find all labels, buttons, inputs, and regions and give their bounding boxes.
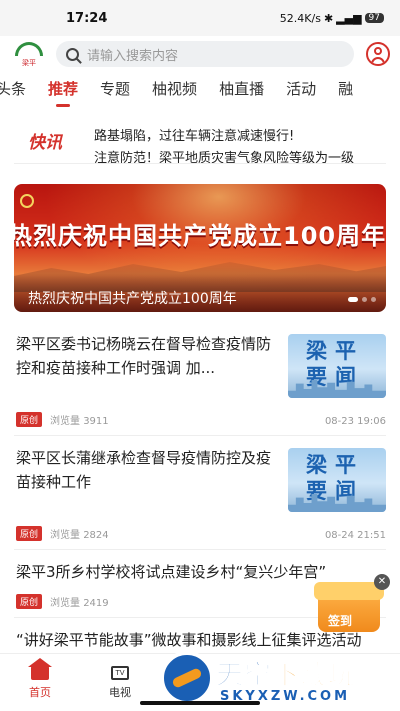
tab-videos[interactable]: 柚视频 xyxy=(152,78,197,103)
news-item[interactable]: 梁平区委书记杨晓云在督导检查疫情防控和疫苗接种工作时强调 加... 梁平要闻 原… xyxy=(14,322,386,436)
original-badge: 原创 xyxy=(16,594,43,609)
news-thumbnail: 梁平要闻 xyxy=(288,334,386,398)
banner-headline: 热烈庆祝中国共产党成立100周年 xyxy=(14,222,386,250)
news-meta: 原创 浏览量 3911 xyxy=(16,412,109,427)
news-meta: 原创 浏览量 2419 xyxy=(16,594,109,609)
flash-label: 快讯 xyxy=(28,133,62,153)
news-date: 08-24 21:51 xyxy=(324,530,386,541)
user-profile-icon[interactable] xyxy=(366,42,390,66)
status-bar: 17:24 52.4K/s ✱ ▂▄▆ 97 xyxy=(0,0,400,36)
logo-mark-icon xyxy=(15,42,43,56)
status-time: 17:24 xyxy=(66,10,108,26)
nav-label: 电视 xyxy=(109,685,131,699)
watermark-text: 天空下载玩 xyxy=(216,660,356,692)
view-count: 浏览量 2419 xyxy=(50,598,109,609)
watermark-logo: 天空下载玩 SKYXZW.COM xyxy=(160,651,396,707)
status-icons: 52.4K/s ✱ ▂▄▆ 97 xyxy=(280,12,384,25)
signin-button[interactable]: 签到 ✕ xyxy=(314,574,390,634)
flash-lines: 路基塌陷，过往车辆注意减速慢行! 注意防范！梁平地质灾害气象风险等级为一级 xyxy=(74,120,386,164)
tab-headlines[interactable]: 头条 xyxy=(0,78,26,103)
news-thumbnail: 梁平要闻 xyxy=(288,448,386,512)
thumbnail-text: 梁平要闻 xyxy=(306,339,364,389)
flash-news[interactable]: 快讯 路基塌陷，过往车辆注意减速慢行! 注意防范！梁平地质灾害气象风险等级为一级 xyxy=(14,120,386,164)
news-date: 08-23 19:06 xyxy=(324,416,386,427)
original-badge: 原创 xyxy=(16,412,43,427)
category-tabs: 头条 推荐 专题 柚视频 柚直播 活动 融 xyxy=(0,70,400,110)
news-title: 梁平区长蒲继承检查督导疫情防控及疫苗接种工作 xyxy=(16,449,272,491)
tab-media[interactable]: 融 xyxy=(338,78,353,103)
original-badge: 原创 xyxy=(16,526,43,541)
view-count: 浏览量 3911 xyxy=(50,416,109,427)
close-icon[interactable]: ✕ xyxy=(374,574,390,590)
search-icon xyxy=(66,47,79,61)
nav-home[interactable]: 首页 xyxy=(0,654,80,711)
flash-line: 路基塌陷，过往车辆注意减速慢行! xyxy=(94,129,295,144)
news-title: 梁平区委书记杨晓云在督导检查疫情防控和疫苗接种工作时强调 加... xyxy=(16,335,272,377)
news-item[interactable]: 梁平区长蒲继承检查督导疫情防控及疫苗接种工作 梁平要闻 原创 浏览量 2824 … xyxy=(14,436,386,550)
app-logo[interactable]: 梁平 xyxy=(10,40,48,68)
carousel-dots xyxy=(348,297,376,302)
search-row: 梁平 请输入搜索内容 xyxy=(0,38,400,70)
tab-live[interactable]: 柚直播 xyxy=(219,78,264,103)
signin-label: 签到 xyxy=(328,614,353,628)
search-placeholder: 请输入搜索内容 xyxy=(87,48,179,64)
party-emblem-icon xyxy=(20,194,34,208)
bluetooth-icon: ✱ xyxy=(323,11,334,25)
tab-topics[interactable]: 专题 xyxy=(100,78,130,103)
globe-icon xyxy=(160,651,214,705)
battery-icon: 97 xyxy=(364,13,384,23)
view-count: 浏览量 2824 xyxy=(50,530,109,541)
tab-activities[interactable]: 活动 xyxy=(286,78,316,103)
home-icon xyxy=(28,657,52,680)
logo-text: 梁平 xyxy=(22,59,36,67)
flash-line: 注意防范！梁平地质灾害气象风险等级为一级 xyxy=(94,151,355,164)
banner-caption: 热烈庆祝中国共产党成立100周年 xyxy=(14,276,386,312)
thumbnail-text: 梁平要闻 xyxy=(306,453,364,503)
home-indicator xyxy=(140,701,260,705)
nav-label: 首页 xyxy=(29,685,51,699)
news-meta: 原创 浏览量 2824 xyxy=(16,526,109,541)
tv-icon: TV xyxy=(111,665,129,680)
network-speed: 52.4K/s xyxy=(279,11,321,25)
tab-recommended[interactable]: 推荐 xyxy=(48,78,78,107)
signal-icon: ▂▄▆ xyxy=(336,11,362,25)
banner-carousel[interactable]: 热烈庆祝中国共产党成立100周年 热烈庆祝中国共产党成立100周年 xyxy=(14,184,386,312)
search-input[interactable]: 请输入搜索内容 xyxy=(56,41,354,67)
